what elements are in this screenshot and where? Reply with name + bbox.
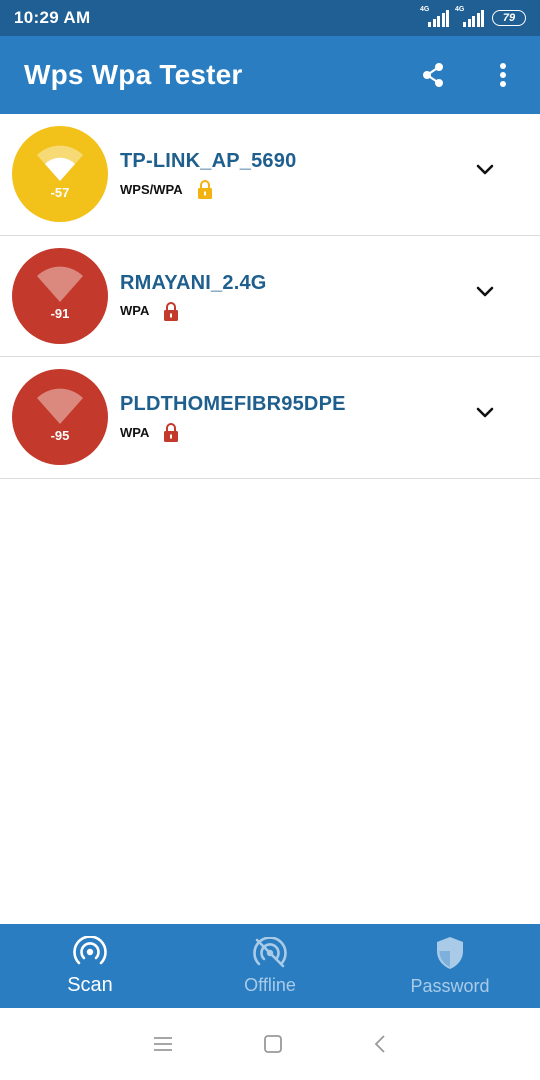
- network-info: PLDTHOMEFIBR95DPE WPA: [120, 393, 346, 442]
- network-ssid: RMAYANI_2.4G: [120, 271, 267, 294]
- nav-label-scan: Scan: [67, 973, 113, 996]
- wifi-icon: [37, 145, 83, 181]
- network-security: WPA: [120, 303, 150, 318]
- nav-label-password: Password: [410, 975, 490, 996]
- signal-strength-badge: -57: [12, 126, 108, 222]
- network-row[interactable]: -95 PLDTHOMEFIBR95DPE WPA: [0, 357, 540, 479]
- signal-strength-badge: -91: [12, 247, 108, 344]
- system-navigation-bar: [0, 1008, 540, 1080]
- network-type-label: 4G: [455, 6, 465, 13]
- network-ssid: PLDTHOMEFIBR95DPE: [120, 393, 346, 415]
- back-icon[interactable]: [373, 1034, 387, 1054]
- menu-icon[interactable]: [153, 1036, 173, 1052]
- app-actions: [420, 60, 516, 90]
- status-time: 10:29 AM: [14, 8, 91, 27]
- share-button[interactable]: [420, 60, 446, 90]
- share-icon: [423, 63, 443, 87]
- home-icon[interactable]: [263, 1034, 283, 1054]
- lock-icon: [197, 180, 212, 199]
- expand-chevron-icon[interactable]: [476, 164, 494, 176]
- network-row[interactable]: -91 RMAYANI_2.4G WPA: [0, 236, 540, 357]
- network-security: WPS/WPA: [120, 181, 183, 197]
- network-ssid: TP-LINK_AP_5690: [120, 150, 297, 172]
- more-options-button[interactable]: [490, 60, 516, 90]
- status-bar: 10:29 AM 4G 4G 79: [0, 0, 540, 36]
- network-info: TP-LINK_AP_5690 WPS/WPA: [120, 150, 296, 199]
- more-vert-icon: [500, 63, 506, 87]
- nav-item-offline[interactable]: Offline: [180, 924, 360, 1008]
- app-bar: Wps Wpa Tester: [0, 36, 540, 114]
- expand-chevron-icon[interactable]: [476, 407, 494, 419]
- network-row[interactable]: -57 TP-LINK_AP_5690 WPS/WPA: [0, 114, 540, 236]
- scan-icon: [73, 935, 107, 964]
- network-security: WPA: [120, 424, 150, 440]
- wifi-icon: [37, 388, 83, 424]
- battery-icon: 79: [492, 10, 526, 26]
- lock-icon: [164, 301, 179, 321]
- battery-level: 79: [502, 12, 516, 24]
- lock-icon: [164, 423, 179, 442]
- nav-item-scan[interactable]: Scan: [0, 924, 180, 1008]
- signal-strength-badge: -95: [12, 369, 108, 465]
- signal-icon: 4G: [420, 6, 449, 27]
- expand-chevron-icon[interactable]: [476, 286, 494, 298]
- network-list: -57 TP-LINK_AP_5690 WPS/WPA -91 RMAYANI_…: [0, 114, 540, 479]
- network-type-label: 4G: [420, 6, 430, 13]
- status-icons: 4G 4G 79: [420, 6, 526, 27]
- network-info: RMAYANI_2.4G WPA: [120, 272, 267, 321]
- rssi-value: -57: [50, 184, 70, 200]
- offline-icon: [253, 936, 287, 967]
- rssi-value: -91: [50, 306, 70, 321]
- signal-icon: 4G: [455, 6, 484, 27]
- rssi-value: -95: [50, 427, 70, 443]
- shield-icon: [437, 936, 463, 969]
- wifi-icon: [37, 266, 83, 302]
- nav-label-offline: Offline: [244, 974, 296, 995]
- app-title: Wps Wpa Tester: [24, 59, 243, 90]
- nav-item-password[interactable]: Password: [360, 924, 540, 1008]
- bottom-navigation: Scan Offline Password: [0, 924, 540, 1008]
